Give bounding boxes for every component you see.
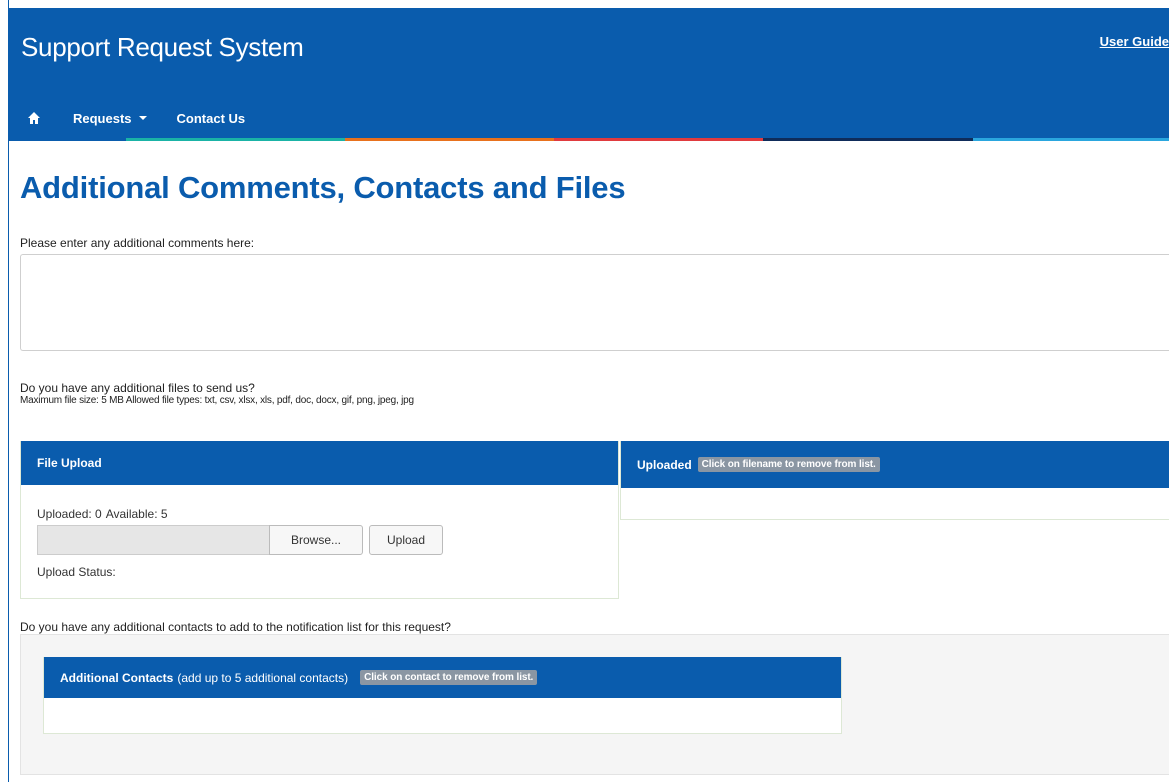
file-path-input[interactable]: [37, 525, 269, 555]
color-stripe: [9, 138, 1169, 141]
upload-button[interactable]: Upload: [369, 525, 443, 555]
uploaded-files-panel: Uploaded Click on filename to remove fro…: [620, 441, 1169, 520]
file-upload-body: Uploaded: 0 Available: 5 Browse... Upload…: [21, 485, 618, 599]
stripe-segment: [973, 138, 1169, 141]
available-count: Available: 5: [105, 507, 168, 521]
contacts-prompt: Do you have any additional contacts to a…: [20, 620, 451, 634]
window-left-edge: [0, 0, 9, 782]
file-limits-text: Maximum file size: 5 MB Allowed file typ…: [20, 395, 414, 406]
file-upload-panel-title: File Upload: [37, 456, 102, 470]
upload-status-label: Upload Status:: [37, 565, 116, 579]
page-title: Additional Comments, Contacts and Files: [20, 170, 626, 205]
nav-requests-label: Requests: [73, 110, 132, 126]
stripe-segment: [345, 138, 554, 141]
home-icon[interactable]: [27, 111, 41, 125]
upload-counts: Uploaded: 0 Available: 5: [37, 507, 168, 521]
comments-prompt: Please enter any additional comments her…: [20, 236, 255, 250]
additional-contacts-subtitle: (add up to 5 additional contacts): [177, 670, 349, 685]
additional-contacts-header: Additional Contacts (add up to 5 additio…: [44, 657, 841, 698]
browse-button[interactable]: Browse...: [269, 525, 363, 555]
stripe-segment: [9, 138, 126, 141]
stripe-segment: [763, 138, 973, 141]
page: Support Request System User Guide Reques…: [0, 0, 1169, 782]
nav-contact-us[interactable]: Contact Us: [177, 111, 246, 126]
contacts-section: Additional Contacts (add up to 5 additio…: [20, 634, 1169, 775]
remove-contact-hint-badge: Click on contact to remove from list.: [360, 670, 538, 685]
nav-contact-us-label: Contact Us: [176, 110, 246, 126]
uploaded-panel-title: Uploaded: [637, 457, 692, 472]
stripe-segment: [126, 138, 345, 141]
file-upload-panel: File Upload Uploaded: 0 Available: 5 Brow…: [20, 441, 619, 599]
file-upload-panel-header: File Upload: [21, 441, 618, 485]
nav-requests-dropdown[interactable]: Requests: [73, 111, 147, 126]
uploaded-panel-header: Uploaded Click on filename to remove fro…: [621, 441, 1169, 488]
caret-down-icon: [138, 116, 147, 120]
main-nav: Requests Contact Us: [9, 100, 245, 136]
additional-contacts-panel: Additional Contacts (add up to 5 additio…: [43, 657, 842, 734]
app-header: Support Request System User Guide Reques…: [9, 8, 1169, 141]
stripe-segment: [554, 138, 763, 141]
app-title: Support Request System: [21, 32, 304, 62]
remove-file-hint-badge: Click on filename to remove from list.: [697, 457, 880, 472]
uploaded-count: Uploaded: 0: [37, 507, 102, 521]
user-guide-link[interactable]: User Guide: [1100, 34, 1169, 49]
comments-textarea[interactable]: [20, 254, 1169, 351]
file-picker-row: Browse... Upload: [37, 525, 443, 555]
additional-contacts-title: Additional Contacts: [60, 670, 174, 685]
files-prompt: Do you have any additional files to send…: [20, 381, 255, 395]
